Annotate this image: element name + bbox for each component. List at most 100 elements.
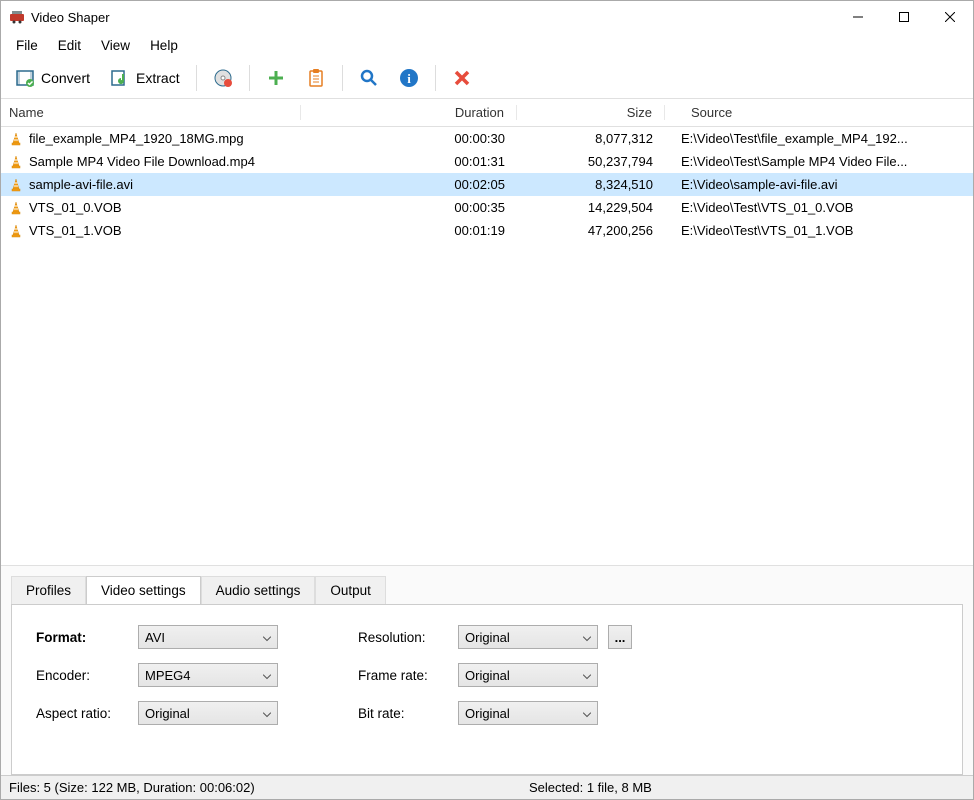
table-row[interactable]: Sample MP4 Video File Download.mp4 00:01:… <box>1 150 973 173</box>
convert-label: Convert <box>41 70 90 86</box>
table-row[interactable]: file_example_MP4_1920_18MG.mpg 00:00:308,… <box>1 127 973 150</box>
bitrate-label: Bit rate: <box>358 706 448 721</box>
col-source[interactable]: Source <box>665 105 973 120</box>
file-size: 50,237,794 <box>517 154 665 169</box>
framerate-value: Original <box>465 668 510 683</box>
file-source: E:\Video\sample-avi-file.avi <box>665 177 973 192</box>
plus-icon <box>266 68 286 88</box>
vlc-cone-icon <box>9 224 23 238</box>
file-list: Name Duration Size Source file_example_M… <box>1 99 973 565</box>
search-icon <box>359 68 379 88</box>
tab-video-settings[interactable]: Video settings <box>86 576 201 604</box>
col-name[interactable]: Name <box>1 105 301 120</box>
maximize-button[interactable] <box>881 1 927 33</box>
add-button[interactable] <box>258 62 294 94</box>
toolbar: Convert Extract i <box>1 57 973 99</box>
status-files: Files: 5 (Size: 122 MB, Duration: 00:06:… <box>1 780 521 795</box>
file-size: 14,229,504 <box>517 200 665 215</box>
vlc-cone-icon <box>9 178 23 192</box>
format-value: AVI <box>145 630 165 645</box>
encoder-label: Encoder: <box>36 668 128 683</box>
app-icon <box>9 9 25 25</box>
film-icon <box>15 68 35 88</box>
vlc-cone-icon <box>9 155 23 169</box>
minimize-button[interactable] <box>835 1 881 33</box>
status-selected: Selected: 1 file, 8 MB <box>521 780 660 795</box>
toolbar-separator <box>342 65 343 91</box>
menu-edit[interactable]: Edit <box>49 36 90 55</box>
extract-label: Extract <box>136 70 180 86</box>
bitrate-select[interactable]: Original <box>458 701 598 725</box>
chevron-down-icon <box>583 706 591 721</box>
chevron-down-icon <box>583 630 591 645</box>
encoder-select[interactable]: MPEG4 <box>138 663 278 687</box>
chevron-down-icon <box>263 668 271 683</box>
vlc-cone-icon <box>9 201 23 215</box>
toolbar-separator <box>435 65 436 91</box>
info-button[interactable]: i <box>391 62 427 94</box>
bitrate-value: Original <box>465 706 510 721</box>
tab-output[interactable]: Output <box>315 576 386 604</box>
svg-text:i: i <box>407 71 411 86</box>
file-duration: 00:01:19 <box>301 223 517 238</box>
file-name: VTS_01_1.VOB <box>29 223 122 238</box>
titlebar: Video Shaper <box>1 1 973 33</box>
file-source: E:\Video\Test\VTS_01_1.VOB <box>665 223 973 238</box>
convert-button[interactable]: Convert <box>7 62 98 94</box>
close-button[interactable] <box>927 1 973 33</box>
menubar: File Edit View Help <box>1 33 973 57</box>
toolbar-separator <box>196 65 197 91</box>
table-row[interactable]: sample-avi-file.avi00:02:058,324,510E:\V… <box>1 173 973 196</box>
encoder-value: MPEG4 <box>145 668 191 683</box>
framerate-select[interactable]: Original <box>458 663 598 687</box>
col-size[interactable]: Size <box>517 105 665 120</box>
settings-panel: Profiles Video settings Audio settings O… <box>1 565 973 775</box>
music-icon <box>110 68 130 88</box>
format-select[interactable]: AVI <box>138 625 278 649</box>
info-icon: i <box>399 68 419 88</box>
resolution-label: Resolution: <box>358 630 448 645</box>
file-name: VTS_01_0.VOB <box>29 200 122 215</box>
file-size: 8,077,312 <box>517 131 665 146</box>
file-duration: 00:00:30 <box>301 131 517 146</box>
toolbar-separator <box>249 65 250 91</box>
chevron-down-icon <box>583 668 591 683</box>
tab-profiles[interactable]: Profiles <box>11 576 86 604</box>
x-icon <box>452 68 472 88</box>
status-bar: Files: 5 (Size: 122 MB, Duration: 00:06:… <box>1 775 973 799</box>
aspect-value: Original <box>145 706 190 721</box>
col-duration[interactable]: Duration <box>301 105 517 120</box>
file-name: Sample MP4 Video File Download.mp4 <box>29 154 255 169</box>
search-button[interactable] <box>351 62 387 94</box>
aspect-select[interactable]: Original <box>138 701 278 725</box>
file-size: 47,200,256 <box>517 223 665 238</box>
clipboard-icon <box>306 68 326 88</box>
paste-button[interactable] <box>298 62 334 94</box>
menu-file[interactable]: File <box>7 36 47 55</box>
file-name: sample-avi-file.avi <box>29 177 133 192</box>
extract-button[interactable]: Extract <box>102 62 188 94</box>
table-row[interactable]: VTS_01_0.VOB 00:00:3514,229,504E:\Video\T… <box>1 196 973 219</box>
menu-help[interactable]: Help <box>141 36 187 55</box>
resolution-browse[interactable]: ... <box>608 625 632 649</box>
tab-audio-settings[interactable]: Audio settings <box>201 576 316 604</box>
tabs: Profiles Video settings Audio settings O… <box>11 576 963 604</box>
menu-view[interactable]: View <box>92 36 139 55</box>
chevron-down-icon <box>263 706 271 721</box>
tab-content: Format: AVI Resolution: Original ... Enc… <box>11 604 963 775</box>
delete-button[interactable] <box>444 62 480 94</box>
format-label: Format: <box>36 630 128 645</box>
chevron-down-icon <box>263 630 271 645</box>
file-source: E:\Video\Test\VTS_01_0.VOB <box>665 200 973 215</box>
aspect-label: Aspect ratio: <box>36 706 128 721</box>
file-name: file_example_MP4_1920_18MG.mpg <box>29 131 244 146</box>
vlc-cone-icon <box>9 132 23 146</box>
file-duration: 00:02:05 <box>301 177 517 192</box>
resolution-select[interactable]: Original <box>458 625 598 649</box>
disc-icon <box>213 68 233 88</box>
table-header: Name Duration Size Source <box>1 99 973 127</box>
disc-button[interactable] <box>205 62 241 94</box>
file-duration: 00:00:35 <box>301 200 517 215</box>
file-duration: 00:01:31 <box>301 154 517 169</box>
table-row[interactable]: VTS_01_1.VOB 00:01:1947,200,256E:\Video\T… <box>1 219 973 242</box>
